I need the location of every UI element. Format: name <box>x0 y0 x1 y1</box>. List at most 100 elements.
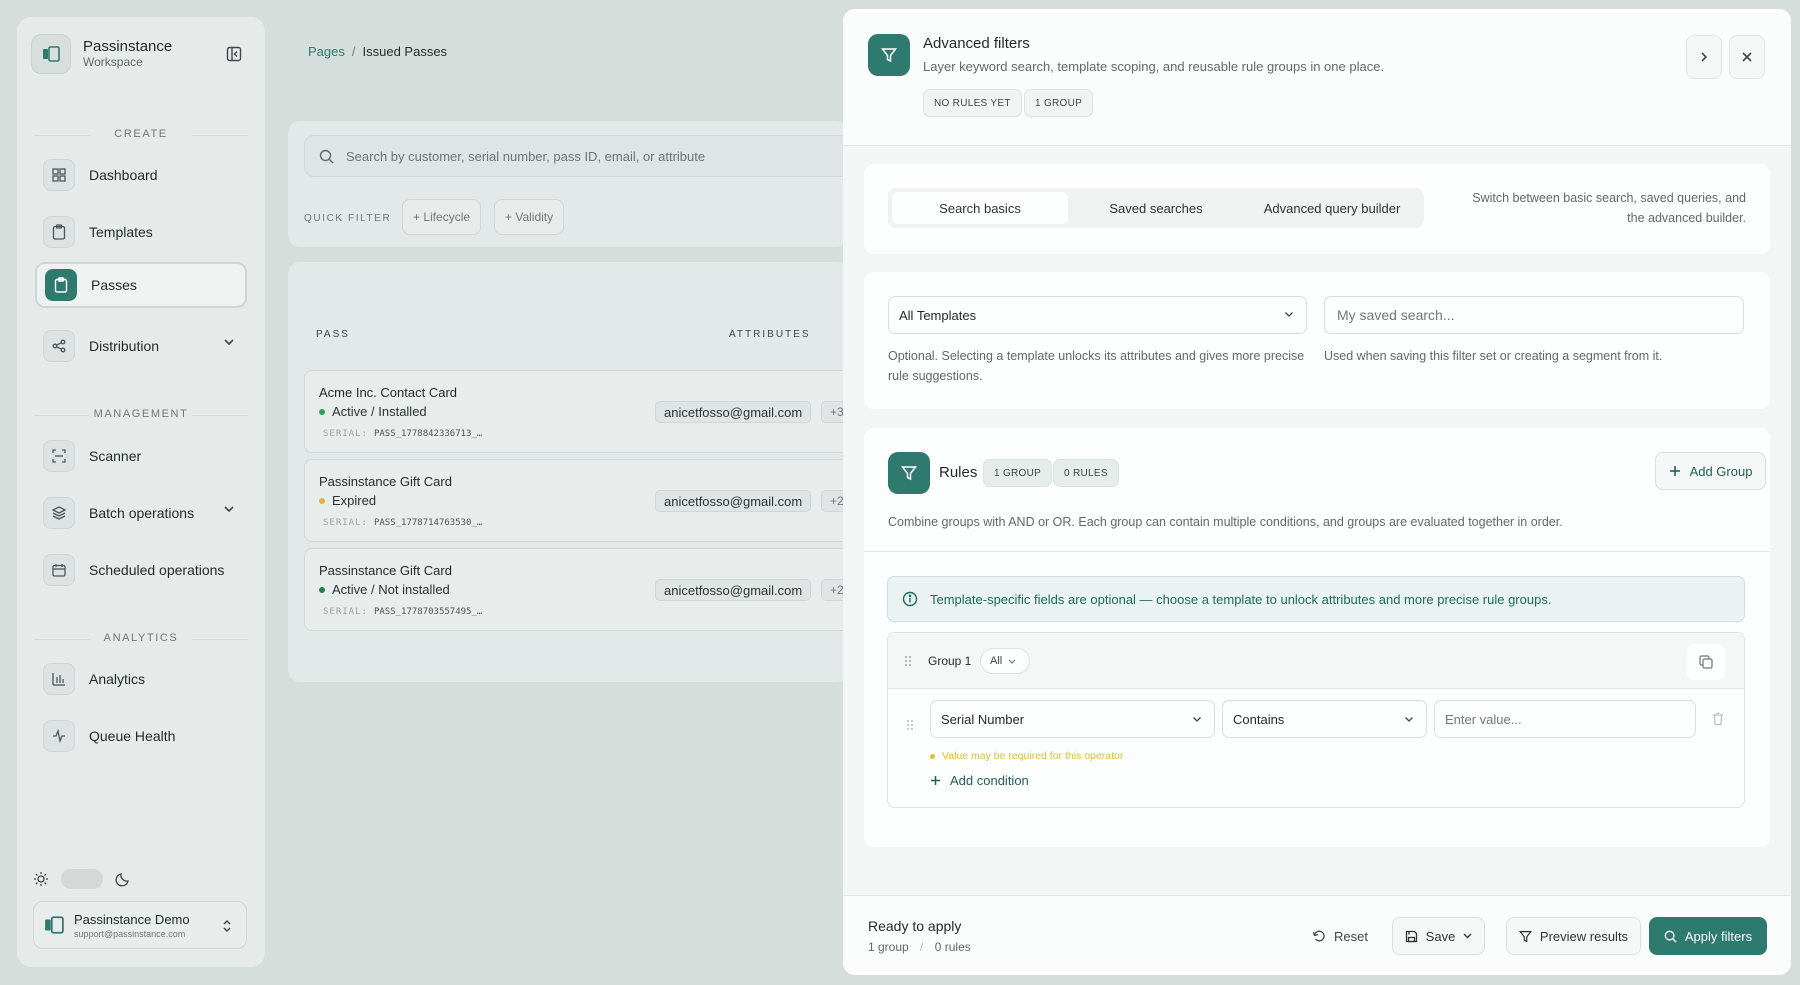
brand[interactable]: Passinstance Workspace <box>31 31 251 77</box>
sun-icon[interactable] <box>33 871 49 887</box>
sidebar-item-distribution[interactable]: Distribution <box>35 323 247 369</box>
tab-search-basics[interactable]: Search basics <box>892 192 1068 224</box>
sidebar-item-batch-operations[interactable]: Batch operations <box>35 490 247 536</box>
serial-label: SERIAL: <box>323 607 368 617</box>
template-select[interactable]: All Templates <box>888 296 1307 334</box>
calendar-icon <box>43 554 75 586</box>
serial-value: PASS_1778703557495_… <box>373 607 483 617</box>
sidebar-item-scheduled-operations[interactable]: Scheduled operations <box>35 547 247 593</box>
group-label: Group 1 <box>928 654 972 668</box>
attribute-badge: anicetfosso@gmail.com <box>655 579 812 601</box>
validity-filter-chip[interactable]: + Validity <box>494 199 565 235</box>
table-row[interactable]: Passinstance Gift Card Active / Not inst… <box>304 548 864 631</box>
serial-value: PASS_1778714763530_… <box>373 518 483 528</box>
reset-button[interactable]: Reset <box>1312 919 1368 953</box>
plus-icon <box>1669 465 1681 477</box>
account-email: support@passinstance.com <box>74 928 186 939</box>
chevron-down-icon <box>1008 659 1016 664</box>
serial-value: PASS_1778842336713_… <box>373 429 483 439</box>
advanced-filters-panel: Advanced filters Layer keyword search, t… <box>843 9 1791 975</box>
reset-label: Reset <box>1334 928 1368 944</box>
collapse-sidebar-icon[interactable] <box>221 41 247 67</box>
rules-description: Combine groups with AND or OR. Each grou… <box>888 515 1563 529</box>
sidebar-item-label: Queue Health <box>89 728 176 744</box>
brand-logo-icon <box>31 34 71 74</box>
info-text: Template-specific fields are optional — … <box>930 591 1552 607</box>
trash-icon[interactable] <box>1712 712 1724 726</box>
table-row[interactable]: Acme Inc. Contact Card Active / Installe… <box>304 370 864 453</box>
rules-group-badge: 1 GROUP <box>983 459 1053 487</box>
column-header-pass: PASS <box>316 329 350 340</box>
serial-label: SERIAL: <box>323 518 368 528</box>
breadcrumb-pages-link[interactable]: Pages <box>308 44 345 59</box>
theme-toggle[interactable] <box>61 869 103 889</box>
search-card: Search by customer, serial number, pass … <box>288 121 864 247</box>
condition-field-value: Serial Number <box>941 711 1025 727</box>
sidebar-item-analytics[interactable]: Analytics <box>35 656 247 702</box>
saved-search-name-input[interactable]: My saved search... <box>1324 296 1744 334</box>
copy-group-icon[interactable] <box>1687 644 1725 680</box>
tabs-description: Switch between basic search, saved queri… <box>1472 191 1746 225</box>
pass-serial: SERIAL: PASS_1778842336713_… <box>323 429 482 439</box>
drag-handle-icon[interactable] <box>906 719 914 731</box>
drag-handle-icon[interactable] <box>904 655 912 667</box>
search-placeholder: Search by customer, serial number, pass … <box>346 148 706 164</box>
pass-icon <box>45 269 77 301</box>
pass-serial: SERIAL: PASS_1778703557495_… <box>323 607 482 617</box>
condition-warning: Value may be required for this operator <box>930 750 1123 762</box>
condition-field-select[interactable]: Serial Number <box>930 700 1215 738</box>
brand-name: Passinstance <box>83 38 173 56</box>
status-dot <box>319 497 325 504</box>
share-icon <box>43 330 75 362</box>
preview-results-button[interactable]: Preview results <box>1506 917 1641 955</box>
info-icon <box>902 591 918 607</box>
footer-rules: 0 rules <box>934 940 971 954</box>
sidebar-item-dashboard[interactable]: Dashboard <box>35 152 247 198</box>
pass-serial: SERIAL: PASS_1778714763530_… <box>323 518 482 528</box>
breadcrumb: Pages / Issued Passes <box>308 44 447 59</box>
chevron-right-icon[interactable] <box>1686 35 1722 79</box>
chevron-down-icon <box>1463 933 1472 939</box>
chevron-down-icon <box>1192 716 1202 723</box>
sidebar-item-passes[interactable]: Passes <box>35 262 247 308</box>
condition-operator-select[interactable]: Contains <box>1222 700 1427 738</box>
condition-value-placeholder: Enter value... <box>1445 711 1522 727</box>
search-input[interactable]: Search by customer, serial number, pass … <box>304 135 864 177</box>
lifecycle-filter-chip[interactable]: + Lifecycle <box>402 199 482 235</box>
scanner-icon <box>43 440 75 472</box>
dashboard-icon <box>43 159 75 191</box>
sidebar-item-label: Scanner <box>89 448 142 464</box>
table-row[interactable]: Passinstance Gift Card Expired SERIAL: PA… <box>304 459 864 542</box>
pass-name: Passinstance Gift Card <box>319 474 452 489</box>
tab-advanced-query-builder[interactable]: Advanced query builder <box>1244 192 1420 224</box>
brand-subtitle: Workspace <box>83 54 143 69</box>
condition-value-input[interactable]: Enter value... <box>1434 700 1696 738</box>
account-switcher[interactable]: Passinstance Demo support@passinstance.c… <box>33 901 247 949</box>
add-condition-button[interactable]: Add condition <box>930 773 1029 788</box>
save-button[interactable]: Save <box>1392 917 1485 955</box>
section-label-create: CREATE <box>34 128 248 140</box>
pass-name: Passinstance Gift Card <box>319 563 452 578</box>
section-label-analytics: ANALYTICS <box>34 632 248 644</box>
quick-filter-label: QUICK FILTER <box>304 213 392 224</box>
apply-filters-button[interactable]: Apply filters <box>1649 917 1767 955</box>
sidebar-item-templates[interactable]: Templates <box>35 209 247 255</box>
group-mode-select[interactable]: All <box>980 648 1030 674</box>
tab-saved-searches[interactable]: Saved searches <box>1072 192 1240 224</box>
sidebar-item-queue-health[interactable]: Queue Health <box>35 713 247 759</box>
footer-groups: 1 group <box>868 940 909 954</box>
add-group-button[interactable]: Add Group <box>1655 452 1766 490</box>
pulse-icon <box>43 720 75 752</box>
sidebar-item-scanner[interactable]: Scanner <box>35 433 247 479</box>
status-dot <box>319 408 325 415</box>
moon-icon[interactable] <box>115 871 131 887</box>
template-card: All Templates Optional. Selecting a temp… <box>864 272 1770 409</box>
status-text: Expired <box>332 493 377 508</box>
sidebar-item-label: Distribution <box>89 338 160 354</box>
panel-footer: Ready to apply 1 group / 0 rules Reset S… <box>843 895 1791 975</box>
close-icon[interactable] <box>1729 35 1765 79</box>
pass-status: Active / Not installed <box>319 582 450 597</box>
layers-icon <box>43 497 75 529</box>
sidebar: Passinstance Workspace CREATE Dashboard … <box>17 17 265 967</box>
account-name: Passinstance Demo <box>74 911 190 927</box>
